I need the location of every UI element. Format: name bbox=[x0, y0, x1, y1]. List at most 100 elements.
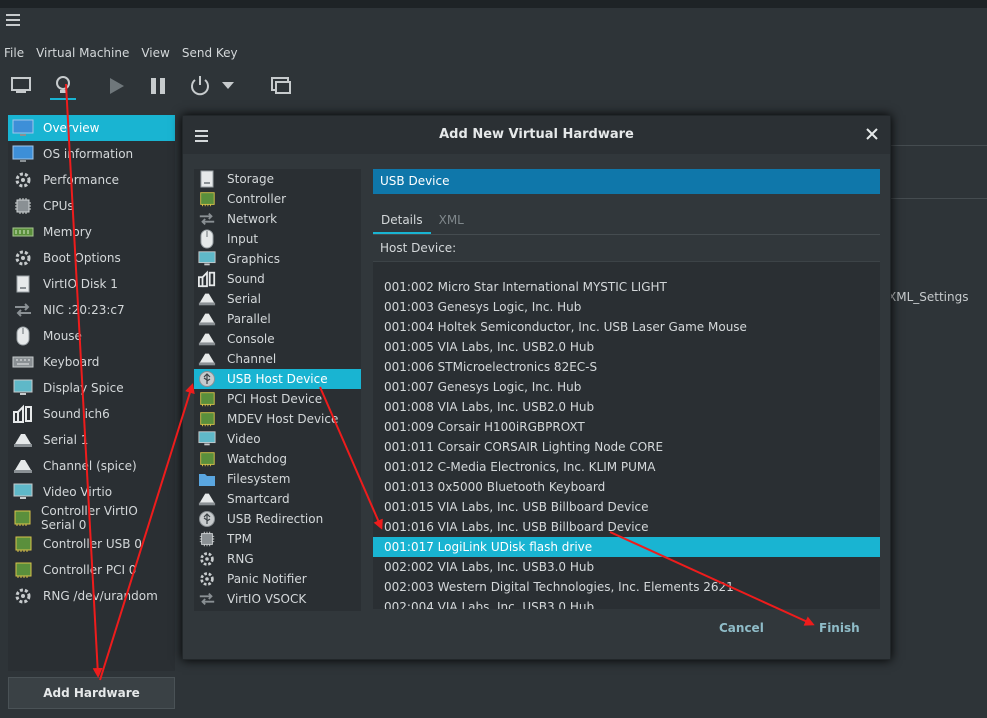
window-top-strip bbox=[0, 0, 987, 8]
sidebar-item-keyboard[interactable]: Keyboard bbox=[8, 349, 175, 375]
category-item-input[interactable]: Input bbox=[194, 229, 361, 249]
category-item-channel[interactable]: Channel bbox=[194, 349, 361, 369]
host-device-row[interactable]: 001:009 Corsair H100iRGBPROXT bbox=[373, 417, 880, 437]
lightbulb-icon[interactable] bbox=[46, 70, 80, 102]
sidebar-item-channel-spice[interactable]: Channel (spice) bbox=[8, 453, 175, 479]
category-item-graphics[interactable]: Graphics bbox=[194, 249, 361, 269]
sidebar-item-label: Overview bbox=[43, 121, 100, 135]
sidebar-item-memory[interactable]: Memory bbox=[8, 219, 175, 245]
category-item-filesystem[interactable]: Filesystem bbox=[194, 469, 361, 489]
sidebar-item-boot-options[interactable]: Boot Options bbox=[8, 245, 175, 271]
card-icon bbox=[198, 451, 216, 467]
menu-virtual-machine[interactable]: Virtual Machine bbox=[36, 46, 129, 66]
host-device-row[interactable]: 001:006 STMicroelectronics 82EC-S bbox=[373, 357, 880, 377]
finish-button[interactable]: Finish bbox=[819, 621, 860, 635]
serial-icon bbox=[198, 351, 216, 367]
sidebar-item-controller-pci-0[interactable]: Controller PCI 0 bbox=[8, 557, 175, 583]
screenshot-icon[interactable] bbox=[264, 70, 298, 102]
category-item-network[interactable]: Network bbox=[194, 209, 361, 229]
category-item-rng[interactable]: RNG bbox=[194, 549, 361, 569]
tab-xml[interactable]: XML bbox=[431, 210, 472, 234]
sidebar-item-performance[interactable]: Performance bbox=[8, 167, 175, 193]
sidebar-item-label: VirtIO Disk 1 bbox=[43, 277, 118, 291]
host-device-row[interactable]: 001:005 VIA Labs, Inc. USB2.0 Hub bbox=[373, 337, 880, 357]
power-icon[interactable] bbox=[183, 70, 217, 102]
host-device-label: Host Device: bbox=[380, 241, 457, 255]
divider bbox=[373, 234, 880, 235]
host-device-row[interactable]: 001:002 Micro Star International MYSTIC … bbox=[373, 277, 880, 297]
sidebar-item-mouse[interactable]: Mouse bbox=[8, 323, 175, 349]
category-item-controller[interactable]: Controller bbox=[194, 189, 361, 209]
gear-icon bbox=[198, 571, 216, 587]
host-device-row[interactable]: 002:003 Western Digital Technologies, In… bbox=[373, 577, 880, 597]
host-device-row[interactable]: 001:012 C-Media Electronics, Inc. KLIM P… bbox=[373, 457, 880, 477]
category-label: Console bbox=[227, 332, 275, 346]
pause-icon[interactable] bbox=[141, 70, 175, 102]
serial-icon bbox=[198, 491, 216, 507]
sidebar-item-controller-virtio-serial-0[interactable]: Controller VirtIO Serial 0 bbox=[8, 504, 175, 532]
tab-details[interactable]: Details bbox=[373, 210, 431, 234]
host-device-row[interactable]: 002:002 VIA Labs, Inc. USB3.0 Hub bbox=[373, 557, 880, 577]
category-item-virtio-vsock[interactable]: VirtIO VSOCK bbox=[194, 589, 361, 609]
category-item-tpm[interactable]: TPM bbox=[194, 529, 361, 549]
menu-view[interactable]: View bbox=[141, 46, 169, 66]
play-icon[interactable] bbox=[99, 70, 133, 102]
host-device-row[interactable]: 001:015 VIA Labs, Inc. USB Billboard Dev… bbox=[373, 497, 880, 517]
host-device-row[interactable]: 002:004 VIA Labs, Inc. USB3.0 Hub bbox=[373, 597, 880, 609]
keyboard-icon bbox=[11, 351, 35, 373]
category-item-mdev-host-device[interactable]: MDEV Host Device bbox=[194, 409, 361, 429]
category-item-serial[interactable]: Serial bbox=[194, 289, 361, 309]
menu-send-key[interactable]: Send Key bbox=[182, 46, 238, 66]
sidebar-item-display-spice[interactable]: Display Spice bbox=[8, 375, 175, 401]
category-item-usb-host-device[interactable]: USB Host Device bbox=[194, 369, 361, 389]
add-hardware-button[interactable]: Add Hardware bbox=[8, 677, 175, 709]
category-item-pci-host-device[interactable]: PCI Host Device bbox=[194, 389, 361, 409]
host-device-row[interactable]: 001:013 0x5000 Bluetooth Keyboard bbox=[373, 477, 880, 497]
category-label: Parallel bbox=[227, 312, 271, 326]
host-device-row[interactable]: 001:004 Holtek Semiconductor, Inc. USB L… bbox=[373, 317, 880, 337]
close-icon[interactable] bbox=[864, 126, 880, 142]
host-device-row[interactable]: 001:011 Corsair CORSAIR Lighting Node CO… bbox=[373, 437, 880, 457]
host-device-row[interactable]: 001:003 Genesys Logic, Inc. Hub bbox=[373, 297, 880, 317]
chevron-down-icon[interactable] bbox=[218, 70, 238, 102]
menu-file[interactable]: File bbox=[4, 46, 24, 66]
network-icon bbox=[11, 299, 35, 321]
main-menu-icon[interactable] bbox=[6, 14, 20, 29]
display-icon bbox=[198, 431, 216, 447]
category-label: MDEV Host Device bbox=[227, 412, 339, 426]
cancel-button[interactable]: Cancel bbox=[719, 621, 764, 635]
host-device-row[interactable]: 001:016 VIA Labs, Inc. USB Billboard Dev… bbox=[373, 517, 880, 537]
sidebar-item-os-information[interactable]: OS information bbox=[8, 141, 175, 167]
sidebar-item-nic-20-23-c7[interactable]: NIC :20:23:c7 bbox=[8, 297, 175, 323]
category-item-smartcard[interactable]: Smartcard bbox=[194, 489, 361, 509]
sidebar-item-video-virtio[interactable]: Video Virtio bbox=[8, 479, 175, 505]
serial-icon bbox=[198, 311, 216, 327]
display-icon bbox=[11, 377, 35, 399]
serial-icon bbox=[198, 331, 216, 347]
category-item-video[interactable]: Video bbox=[194, 429, 361, 449]
sidebar-item-overview[interactable]: Overview bbox=[8, 115, 175, 141]
card-icon bbox=[11, 559, 35, 581]
sidebar-item-sound-ich6[interactable]: Sound ich6 bbox=[8, 401, 175, 427]
category-label: TPM bbox=[227, 532, 252, 546]
sidebar-item-virtio-disk-1[interactable]: VirtIO Disk 1 bbox=[8, 271, 175, 297]
sidebar-item-rng-dev-urandom[interactable]: RNG /dev/urandom bbox=[8, 583, 175, 609]
chip-icon bbox=[198, 531, 216, 547]
monitor-icon[interactable] bbox=[4, 70, 38, 102]
category-item-console[interactable]: Console bbox=[194, 329, 361, 349]
host-device-row[interactable]: 001:008 VIA Labs, Inc. USB2.0 Hub bbox=[373, 397, 880, 417]
host-device-row[interactable]: 001:007 Genesys Logic, Inc. Hub bbox=[373, 377, 880, 397]
display-icon bbox=[198, 251, 216, 267]
category-item-usb-redirection[interactable]: USB Redirection bbox=[194, 509, 361, 529]
sidebar-item-controller-usb-0[interactable]: Controller USB 0 bbox=[8, 531, 175, 557]
host-device-row[interactable]: 001:017 LogiLink UDisk flash drive bbox=[373, 537, 880, 557]
category-item-parallel[interactable]: Parallel bbox=[194, 309, 361, 329]
dialog-title: Add New Virtual Hardware bbox=[439, 127, 634, 142]
category-item-storage[interactable]: Storage bbox=[194, 169, 361, 189]
category-item-watchdog[interactable]: Watchdog bbox=[194, 449, 361, 469]
sidebar-item-serial-1[interactable]: Serial 1 bbox=[8, 427, 175, 453]
sidebar-item-cpus[interactable]: CPUs bbox=[8, 193, 175, 219]
category-item-sound[interactable]: Sound bbox=[194, 269, 361, 289]
category-item-panic-notifier[interactable]: Panic Notifier bbox=[194, 569, 361, 589]
sound-icon bbox=[198, 270, 216, 288]
